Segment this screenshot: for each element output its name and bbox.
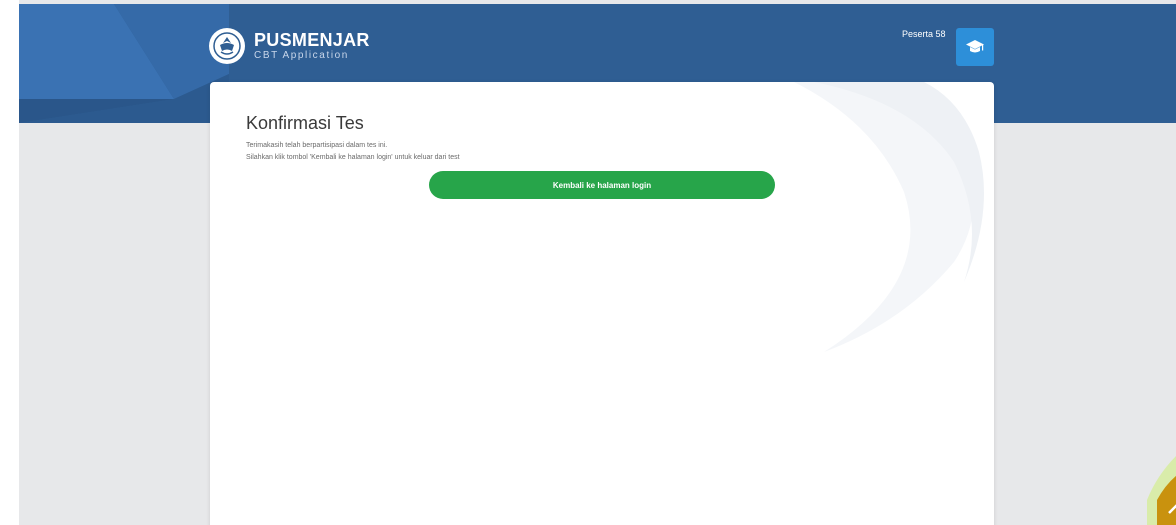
page-title: Konfirmasi Tes: [246, 113, 364, 133]
brand-name: PUSMENJAR: [254, 29, 370, 50]
page-background: PUSMENJAR CBT Application Peserta 58 Kon…: [19, 0, 1176, 525]
thank-you-message: Terimakasih telah berpartisipasi dalam t…: [246, 142, 388, 149]
confirmation-card: Konfirmasi Tes Terimakasih telah berpart…: [210, 82, 994, 525]
brand-subtitle: CBT Application: [254, 49, 349, 61]
logo: PUSMENJAR CBT Application: [209, 28, 370, 64]
kemdikbud-emblem-icon: [209, 28, 245, 64]
corner-badge: [1147, 456, 1176, 525]
instruction-message: Silahkan klik tombol 'Kembali ke halaman…: [246, 154, 460, 161]
tut-wuri-watermark: [794, 82, 984, 352]
user-avatar-button[interactable]: [956, 28, 994, 66]
user-name: Peserta 58: [902, 29, 946, 39]
back-to-login-button[interactable]: Kembali ke halaman login: [429, 171, 775, 199]
logo-text: PUSMENJAR CBT Application: [254, 29, 370, 62]
graduation-cap-icon: [966, 40, 984, 53]
